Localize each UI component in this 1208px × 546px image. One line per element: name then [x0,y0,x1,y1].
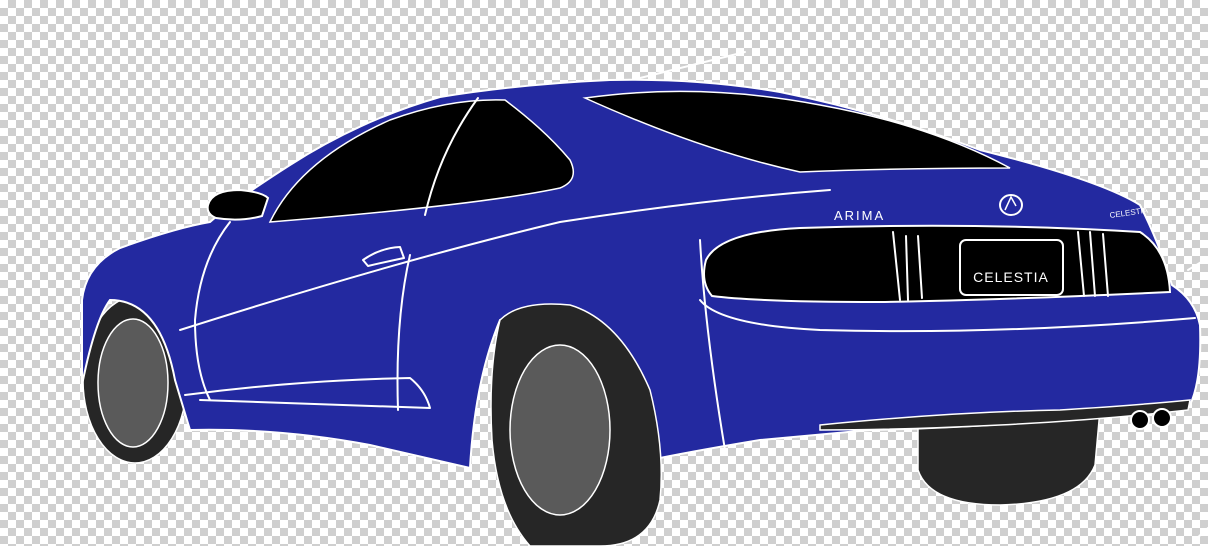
license-plate: CELESTIA [959,239,1064,296]
plate-text: CELESTIA [973,269,1049,285]
tail-light-bar [703,224,1172,304]
badge-left: ARIMA [834,208,885,223]
side-mirror [206,188,270,221]
car-drawing: CELESTIA ARIMA CELESTIA [81,51,1208,546]
